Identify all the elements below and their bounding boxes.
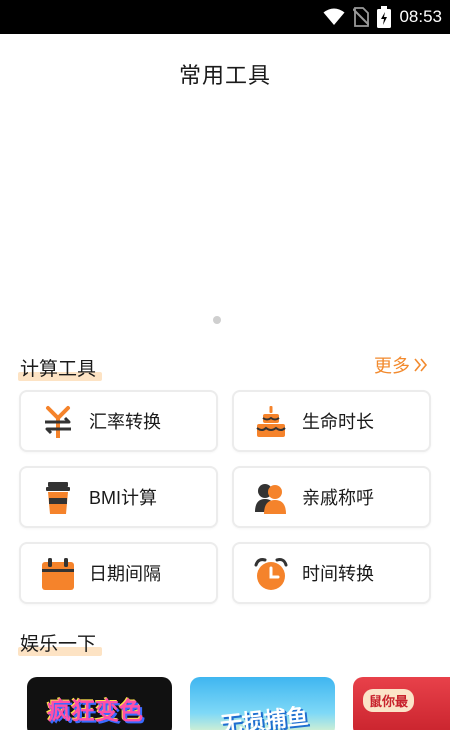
tool-label: 生命时长 bbox=[302, 412, 374, 432]
tool-card-life-duration[interactable]: 生命时长 bbox=[232, 390, 431, 452]
section-title-text: 计算工具 bbox=[20, 359, 97, 380]
status-bar: 08:53 bbox=[0, 0, 450, 34]
section-title-entertainment: 娱乐一下 bbox=[18, 629, 103, 656]
game-title: 鼠你最 bbox=[363, 689, 415, 712]
game-card-crazy-color[interactable]: 疯狂变色 bbox=[27, 677, 172, 730]
status-time: 08:53 bbox=[399, 7, 442, 26]
alarm-clock-icon bbox=[254, 558, 288, 590]
tool-card-time-conversion[interactable]: 时间转换 bbox=[232, 542, 431, 604]
tool-label: 亲戚称呼 bbox=[302, 488, 374, 508]
page-title: 常用工具 bbox=[178, 63, 271, 88]
wifi-icon bbox=[323, 8, 345, 25]
double-chevron-right-icon bbox=[414, 358, 428, 372]
game-title: 疯狂变色 bbox=[47, 698, 143, 725]
section-title-text: 娱乐一下 bbox=[20, 634, 97, 655]
banner-carousel[interactable] bbox=[0, 92, 450, 312]
more-link[interactable]: 更多 bbox=[374, 352, 430, 378]
no-sim-icon bbox=[353, 7, 370, 27]
section-title-calc-tools: 计算工具 bbox=[18, 354, 103, 381]
tool-card-bmi[interactable]: BMI计算 bbox=[19, 466, 218, 528]
yen-exchange-icon bbox=[45, 406, 71, 438]
tool-card-exchange-rate[interactable]: 汇率转换 bbox=[19, 390, 218, 452]
tool-label: BMI计算 bbox=[89, 488, 158, 508]
birthday-cake-icon bbox=[256, 406, 286, 437]
game-title: 无损捕鱼 bbox=[219, 703, 310, 730]
banner-indicator-dot bbox=[213, 316, 221, 324]
status-icons: 08:53 bbox=[323, 0, 442, 34]
battery-charging-icon bbox=[377, 6, 392, 28]
game-card-fishing[interactable]: 无损捕鱼 bbox=[190, 677, 335, 730]
more-label: 更多 bbox=[374, 356, 410, 376]
tool-label: 时间转换 bbox=[302, 564, 374, 584]
tool-card-relatives[interactable]: 亲戚称呼 bbox=[232, 466, 431, 528]
cup-icon bbox=[46, 482, 70, 514]
tool-label: 日期间隔 bbox=[89, 564, 161, 584]
tool-card-date-interval[interactable]: 日期间隔 bbox=[19, 542, 218, 604]
calendar-icon bbox=[42, 558, 74, 590]
game-card-mouse[interactable]: 鼠你最 bbox=[353, 677, 450, 730]
people-icon bbox=[255, 484, 286, 514]
tool-label: 汇率转换 bbox=[89, 412, 161, 432]
